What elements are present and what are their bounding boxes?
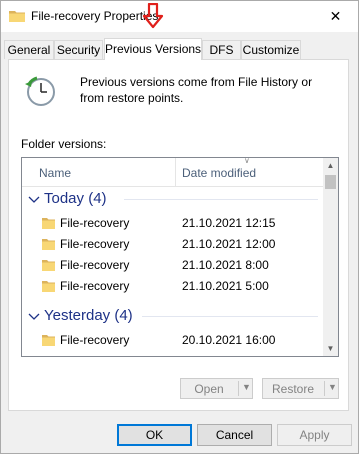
folder-icon [42, 260, 55, 271]
scroll-down-icon[interactable]: ▼ [323, 341, 338, 356]
folder-icon [42, 218, 55, 229]
list-header: Name ∨ Date modified [22, 158, 323, 187]
tab-strip: General Security Previous Versions DFS C… [1, 38, 358, 60]
column-header-date[interactable]: Date modified [182, 166, 256, 180]
tab-general[interactable]: General [4, 40, 54, 59]
open-button[interactable]: Open ▼ [180, 378, 253, 399]
column-header-name[interactable]: Name [39, 166, 71, 180]
folder-versions-label: Folder versions: [21, 137, 107, 151]
apply-button[interactable]: Apply [277, 424, 352, 446]
group-header-today[interactable]: Today (4) [28, 188, 318, 210]
tab-customize[interactable]: Customize [241, 40, 301, 59]
dropdown-arrow-icon[interactable]: ▼ [242, 382, 251, 392]
versions-list[interactable]: Name ∨ Date modified Today (4) File-reco… [21, 157, 339, 357]
group-divider [124, 199, 318, 200]
group-label: Yesterday (4) [44, 307, 133, 324]
cancel-button[interactable]: Cancel [197, 424, 272, 446]
list-item[interactable]: File-recovery 21.10.2021 8:00 [22, 255, 322, 276]
list-item[interactable]: File-recovery 21.10.2021 12:15 [22, 213, 322, 234]
group-header-yesterday[interactable]: Yesterday (4) [28, 305, 318, 327]
list-item[interactable]: File-recovery 21.10.2021 5:00 [22, 276, 322, 297]
vertical-scrollbar[interactable]: ▲ ▼ [323, 158, 338, 356]
dropdown-arrow-icon[interactable]: ▼ [328, 382, 337, 392]
ok-button[interactable]: OK [117, 424, 192, 446]
folder-icon [42, 281, 55, 292]
split-divider [324, 381, 325, 396]
open-button-label: Open [194, 382, 224, 396]
properties-dialog: File-recovery Properties ✕ General Secur… [0, 0, 359, 454]
history-clock-icon [25, 76, 55, 106]
version-date: 21.10.2021 8:00 [182, 258, 269, 272]
title-bar: File-recovery Properties ✕ [1, 1, 358, 32]
info-text: Previous versions come from File History… [80, 75, 313, 105]
restore-button[interactable]: Restore ▼ [262, 378, 339, 399]
tab-previous-versions[interactable]: Previous Versions [104, 38, 202, 60]
version-name: File-recovery [60, 333, 130, 347]
split-divider [238, 381, 239, 396]
chevron-down-icon [28, 196, 40, 203]
version-date: 20.10.2021 16:00 [182, 333, 276, 347]
version-date: 21.10.2021 12:15 [182, 216, 276, 230]
version-name: File-recovery [60, 279, 130, 293]
version-name: File-recovery [60, 237, 130, 251]
restore-button-label: Restore [271, 382, 315, 396]
sort-caret-icon: ∨ [244, 157, 250, 165]
tab-security[interactable]: Security [54, 40, 103, 59]
folder-icon [9, 11, 25, 22]
close-button[interactable]: ✕ [313, 1, 358, 32]
window-title: File-recovery Properties [31, 9, 159, 23]
scroll-up-icon[interactable]: ▲ [323, 158, 338, 173]
list-item[interactable]: File-recovery 20.10.2021 16:00 [22, 330, 322, 351]
tab-dfs[interactable]: DFS [202, 40, 241, 59]
list-item[interactable]: File-recovery 21.10.2021 12:00 [22, 234, 322, 255]
group-label: Today (4) [44, 190, 107, 207]
version-name: File-recovery [60, 258, 130, 272]
folder-icon [42, 335, 55, 346]
folder-icon [42, 239, 55, 250]
group-divider [142, 316, 318, 317]
down-arrow-icon [142, 3, 164, 29]
column-divider[interactable] [175, 158, 176, 186]
version-name: File-recovery [60, 216, 130, 230]
scrollbar-thumb[interactable] [325, 175, 336, 189]
chevron-down-icon [28, 313, 40, 320]
version-date: 21.10.2021 5:00 [182, 279, 269, 293]
close-icon: ✕ [329, 8, 342, 24]
previous-versions-panel: Previous versions come from File History… [8, 59, 349, 411]
version-date: 21.10.2021 12:00 [182, 237, 276, 251]
